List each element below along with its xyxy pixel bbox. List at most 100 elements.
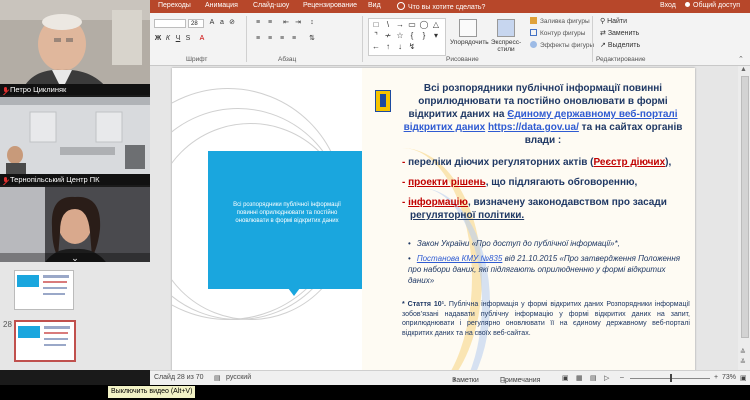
fit-slide-icon[interactable]: ▣: [740, 374, 747, 382]
bullet-registry: - переліки діючих регуляторних актів (Ре…: [402, 156, 671, 169]
group-label-font: Шрифт: [186, 56, 208, 63]
strikethrough-icon[interactable]: S: [184, 35, 192, 43]
vertical-scrollbar[interactable]: ▲ ≙ ≚: [738, 66, 750, 376]
share-button[interactable]: Общий доступ: [685, 2, 740, 9]
coat-of-arms-icon: [375, 90, 391, 112]
decrease-font-icon[interactable]: a: [218, 19, 226, 27]
shapes-gallery[interactable]: □ \ → ▭ ◯ △ ⌝ ≁ ☆ { } ▾ ← ↑ ↓ ↯: [368, 18, 446, 56]
resolution-link[interactable]: Постанова КМУ №835: [417, 254, 503, 263]
shape-textbox-icon[interactable]: □: [371, 20, 381, 30]
tab-slideshow[interactable]: Слайд-шоу: [253, 2, 289, 9]
group-separator: [246, 16, 247, 62]
shape-curve-icon[interactable]: ≁: [383, 31, 393, 41]
font-name-field[interactable]: [154, 19, 186, 28]
text-direction-icon[interactable]: ⇅: [308, 35, 316, 43]
tab-view[interactable]: Вид: [368, 2, 381, 9]
shape-up-arrow-icon[interactable]: ↑: [383, 42, 393, 52]
participant-video-3[interactable]: ⌄: [0, 187, 150, 272]
language-label[interactable]: русский: [226, 374, 251, 381]
registry-link[interactable]: Реєстр діючих: [593, 157, 665, 168]
participant-video-frame: [0, 97, 150, 185]
participant-video-1[interactable]: Петро Циклиняк: [0, 0, 150, 95]
slide-right-panel: Всі розпорядники публічної інформації по…: [362, 68, 695, 373]
shape-fill-label: Заливка фигуры: [540, 18, 590, 25]
increase-font-icon[interactable]: A: [208, 19, 216, 27]
thumbnail-line: [44, 326, 70, 329]
find-label: Найти: [607, 18, 628, 25]
portal-url-link[interactable]: https://data.gov.ua/: [488, 122, 579, 133]
replace-button[interactable]: ⇄ Заменить: [600, 29, 639, 37]
shape-lightning-icon[interactable]: ↯: [407, 42, 417, 52]
shape-triangle-icon[interactable]: △: [431, 20, 441, 30]
align-left-icon[interactable]: ≡: [254, 35, 262, 43]
quick-styles-button[interactable]: Экспресс-стили: [486, 19, 526, 53]
slide-thumbnails-panel[interactable]: 28: [0, 262, 150, 370]
shape-more-icon[interactable]: ▾: [431, 31, 441, 41]
collapse-ribbon-icon[interactable]: ⌃: [738, 55, 744, 63]
numbering-icon[interactable]: ≡: [266, 19, 274, 27]
zoom-in-icon[interactable]: +: [714, 374, 718, 381]
bullet-highlight: інформацію: [408, 197, 468, 208]
shape-arrow-icon[interactable]: →: [395, 20, 405, 30]
tell-me-search[interactable]: Что вы хотите сделать?: [397, 2, 485, 11]
scrollbar-thumb[interactable]: [741, 76, 749, 338]
sign-in-link[interactable]: Вход: [660, 2, 676, 9]
participant-video-2[interactable]: Тернопільський Центр ПК: [0, 97, 150, 185]
shape-oval-icon[interactable]: ◯: [419, 20, 429, 30]
zoom-out-icon[interactable]: –: [620, 374, 624, 381]
tab-transitions[interactable]: Переходы: [158, 2, 191, 9]
arrange-button[interactable]: Упорядочить: [450, 19, 489, 46]
shape-corner-icon[interactable]: ⌝: [371, 31, 381, 41]
shape-outline-button[interactable]: Контур фигуры: [530, 29, 585, 37]
thumbnail-line: [43, 293, 65, 295]
slide-canvas[interactable]: Всі розпорядники публічної інформації по…: [172, 68, 695, 373]
zoom-slider-handle[interactable]: [670, 374, 672, 382]
sorter-view-icon[interactable]: ▦: [576, 374, 583, 382]
spellcheck-icon[interactable]: ▤: [214, 374, 221, 382]
increase-indent-icon[interactable]: ⇥: [294, 19, 302, 27]
thumbnail-line: [44, 332, 68, 334]
find-button[interactable]: ⚲ Найти: [600, 17, 627, 25]
clear-format-icon[interactable]: ⊘: [228, 19, 236, 27]
replace-icon: ⇄: [600, 30, 608, 37]
participant-name-label: Петро Циклиняк: [0, 84, 150, 95]
shape-brace-icon[interactable]: {: [407, 31, 417, 41]
font-size-field[interactable]: 28: [188, 19, 204, 28]
shape-left-arrow-icon[interactable]: ←: [371, 42, 381, 52]
slide-thumbnail[interactable]: [14, 270, 74, 310]
italic-icon[interactable]: К: [164, 35, 172, 43]
notes-label: Заметки: [452, 377, 479, 384]
slide-thumbnail-current[interactable]: [14, 320, 76, 362]
line-spacing-icon[interactable]: ↕: [308, 19, 316, 27]
shape-down-arrow-icon[interactable]: ↓: [395, 42, 405, 52]
shape-effects-button[interactable]: Эффекты фигуры: [530, 41, 594, 49]
slideshow-view-icon[interactable]: ▷: [604, 374, 609, 382]
font-color-icon[interactable]: A: [198, 35, 206, 43]
align-right-icon[interactable]: ≡: [278, 35, 286, 43]
zoom-level[interactable]: 73%: [722, 374, 736, 381]
shape-fill-button[interactable]: Заливка фигуры: [530, 17, 590, 25]
bold-icon[interactable]: Ж: [154, 35, 162, 43]
normal-view-icon[interactable]: ▣: [562, 374, 569, 382]
shape-star-icon[interactable]: ☆: [395, 31, 405, 41]
next-slide-icon[interactable]: ≚: [740, 358, 746, 366]
shape-rect-icon[interactable]: ▭: [407, 20, 417, 30]
prev-slide-icon[interactable]: ≙: [740, 348, 746, 356]
thumbnail-number: 28: [3, 320, 12, 329]
reading-view-icon[interactable]: ▤: [590, 374, 597, 382]
bullets-icon[interactable]: ≡: [254, 19, 262, 27]
underline-icon[interactable]: Ч: [174, 35, 182, 43]
tab-review[interactable]: Рецензирование: [303, 2, 357, 9]
shape-brace-close-icon[interactable]: }: [419, 31, 429, 41]
effects-icon: [530, 41, 537, 48]
group-separator: [362, 16, 363, 62]
select-button[interactable]: ↗ Выделить: [600, 41, 640, 49]
shape-line-icon[interactable]: \: [383, 20, 393, 30]
decrease-indent-icon[interactable]: ⇤: [282, 19, 290, 27]
align-center-icon[interactable]: ≡: [266, 35, 274, 43]
scroll-up-icon[interactable]: ▲: [740, 66, 747, 73]
tab-animation[interactable]: Анимация: [205, 2, 238, 9]
justify-icon[interactable]: ≡: [290, 35, 298, 43]
ribbon-toolbar: 28 A a ⊘ Ж К Ч S A Шрифт ≡ ≡ ⇤ ⇥ ↕ ≡ ≡ ≡…: [150, 13, 750, 66]
bullet-dot-icon: •: [408, 254, 411, 263]
